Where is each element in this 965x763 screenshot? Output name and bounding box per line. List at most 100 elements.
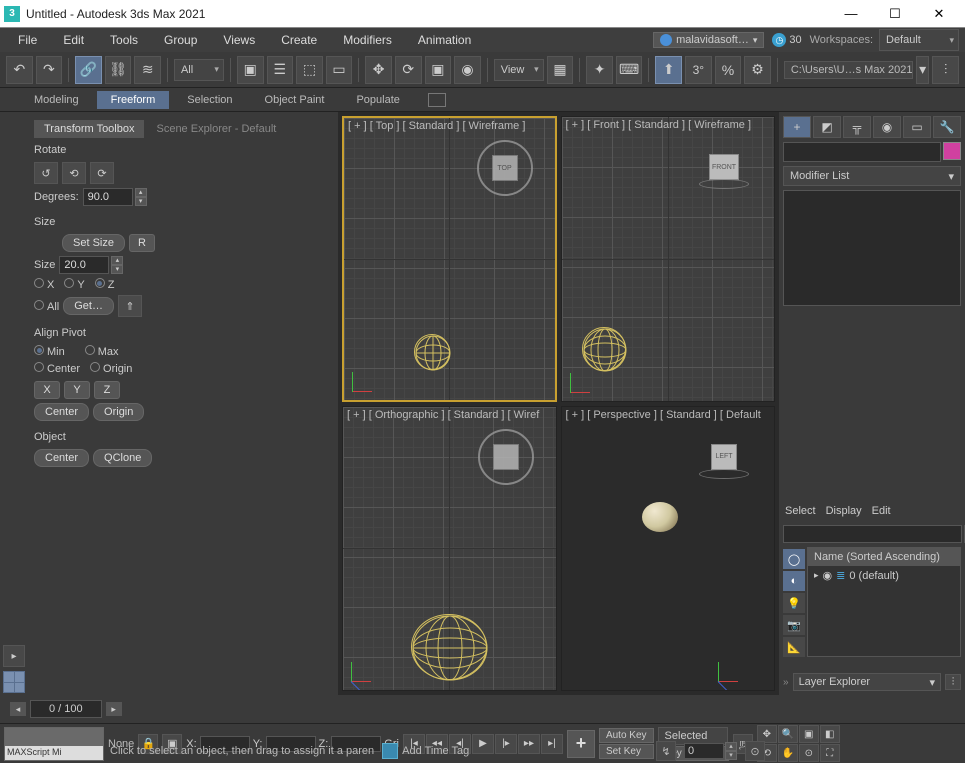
rotate-button[interactable]: ⟳ [395, 56, 422, 84]
expand-rail-button[interactable]: ▸ [3, 645, 25, 667]
object-qclone-button[interactable]: QClone [93, 449, 152, 467]
viewport-front[interactable]: [ + ] [ Front ] [ Standard ] [ Wireframe… [561, 116, 776, 402]
cube-face-left[interactable]: LEFT [711, 444, 737, 470]
align-y-button[interactable]: Y [64, 381, 90, 399]
ref-coord-dropdown[interactable]: View [494, 59, 544, 81]
cube-face-top[interactable]: TOP [492, 155, 518, 181]
viewcube-front[interactable]: FRONT [694, 137, 754, 197]
close-button[interactable]: ✕ [917, 0, 961, 28]
frame-counter[interactable]: 0 / 100 [30, 700, 102, 718]
snap-toggle[interactable]: ⬆ [655, 56, 682, 84]
modifier-list-dropdown[interactable]: Modifier List [783, 166, 961, 186]
menu-file[interactable]: File [6, 30, 49, 50]
selection-filter[interactable]: All [174, 59, 224, 81]
align-origin-button[interactable]: Origin [93, 403, 144, 421]
add-time-tag[interactable]: Add Time Tag [402, 745, 469, 757]
cube-face-front[interactable]: FRONT [709, 154, 739, 180]
sel-invert-icon[interactable]: ◐ [783, 571, 805, 591]
set-size-button[interactable]: Set Size [62, 234, 125, 252]
menu-group[interactable]: Group [152, 30, 209, 50]
ribbon-freeform[interactable]: Freeform [97, 91, 170, 109]
sphere-front[interactable] [582, 327, 626, 371]
reset-size-button[interactable]: R [129, 234, 155, 252]
credits-badge[interactable]: ◷ 30 [772, 33, 801, 47]
manipulate-button[interactable]: ✦ [586, 56, 613, 84]
scene-select-tab[interactable]: Select [785, 505, 816, 517]
get-size-button[interactable]: Get… [63, 297, 114, 315]
vp-persp-label[interactable]: [ + ] [ Perspective ] [ Standard ] [ Def… [566, 409, 761, 421]
frame-next[interactable]: ▸ [106, 702, 122, 716]
sphere-shaded[interactable] [642, 502, 678, 532]
viewcube-persp[interactable]: LEFT [694, 427, 754, 487]
object-name-input[interactable] [783, 142, 941, 162]
viewcube-ortho[interactable] [476, 427, 536, 487]
align-center-button[interactable]: Center [34, 403, 89, 421]
rotate-ccw-button[interactable]: ↺ [34, 162, 58, 184]
key-tangent-button[interactable]: ↯ [656, 741, 676, 761]
sel-all-icon[interactable]: ◯ [783, 549, 805, 569]
viewcube-top[interactable]: TOP [475, 138, 535, 198]
size-spinner[interactable]: ▴▾ [59, 256, 123, 274]
frame-prev[interactable]: ◂ [10, 702, 26, 716]
menu-animation[interactable]: Animation [406, 30, 483, 50]
path-config[interactable]: ⫶ [932, 56, 959, 84]
rotate-right-button[interactable]: ⟳ [90, 162, 114, 184]
sphere-ortho[interactable] [411, 614, 487, 680]
degrees-input[interactable] [83, 188, 133, 206]
size-z-radio[interactable] [95, 278, 105, 288]
object-center-button[interactable]: Center [34, 449, 89, 467]
align-max-radio[interactable] [85, 345, 95, 355]
selection-region-button[interactable]: ⬚ [296, 56, 323, 84]
align-center-radio[interactable] [34, 362, 44, 372]
ribbon-modeling[interactable]: Modeling [20, 91, 93, 109]
light-icon[interactable]: 💡 [783, 593, 805, 613]
tab-scene-explorer[interactable]: Scene Explorer - Default [146, 120, 286, 138]
tab-transform-toolbox[interactable]: Transform Toolbox [34, 120, 144, 138]
helper-icon[interactable]: 📐 [783, 637, 805, 657]
spin-down[interactable]: ▾ [135, 197, 147, 206]
vp-top-label[interactable]: [ + ] [ Top ] [ Standard ] [ Wireframe ] [348, 120, 525, 132]
align-x-button[interactable]: X [34, 381, 60, 399]
minimize-button[interactable]: — [829, 0, 873, 28]
align-min-radio[interactable] [34, 345, 44, 355]
keyboard-shortcut-button[interactable]: ⌨ [616, 56, 643, 84]
link-button[interactable]: 🔗 [75, 56, 102, 84]
hierarchy-tab[interactable]: ╦ [843, 116, 871, 138]
utilities-tab[interactable]: 🔧 [933, 116, 961, 138]
vp-front-label[interactable]: [ + ] [ Front ] [ Standard ] [ Wireframe… [566, 119, 752, 131]
time-tag-icon[interactable] [382, 743, 398, 759]
modify-tab[interactable]: ◩ [813, 116, 841, 138]
menu-create[interactable]: Create [269, 30, 329, 50]
angle-snap-toggle[interactable]: 3° [685, 56, 712, 84]
layer-explorer-dropdown[interactable]: Layer Explorer [793, 673, 941, 691]
ribbon-object-paint[interactable]: Object Paint [251, 91, 339, 109]
layer-chevrons-icon[interactable]: » [783, 677, 789, 688]
menu-modifiers[interactable]: Modifiers [331, 30, 404, 50]
unlink-button[interactable]: ⛓ [105, 56, 132, 84]
bind-spacewarp-button[interactable]: ≋ [134, 56, 161, 84]
size-up-button[interactable]: ⇑ [118, 295, 142, 317]
ribbon-selection[interactable]: Selection [173, 91, 246, 109]
motion-tab[interactable]: ◉ [873, 116, 901, 138]
modifier-stack[interactable] [783, 190, 961, 306]
window-crossing-button[interactable]: ▭ [326, 56, 353, 84]
scene-display-tab[interactable]: Display [826, 505, 862, 517]
current-frame-input[interactable] [684, 743, 724, 759]
spinner-snap-toggle[interactable]: ⚙ [744, 56, 771, 84]
camera-icon[interactable]: 📷 [783, 615, 805, 635]
max-toggle-button[interactable]: ⛶ [820, 744, 840, 762]
select-object-button[interactable]: ▣ [237, 56, 264, 84]
degrees-spinner[interactable]: ▴▾ [83, 188, 147, 206]
rotate-left-button[interactable]: ⟲ [62, 162, 86, 184]
viewport-persp[interactable]: [ + ] [ Perspective ] [ Standard ] [ Def… [561, 406, 776, 692]
project-path[interactable]: C:\Users\U…s Max 2021 [784, 61, 913, 79]
sphere-top[interactable] [414, 334, 450, 370]
layer-menu-icon[interactable]: ⫶ [945, 674, 961, 690]
percent-snap-toggle[interactable]: % [715, 56, 742, 84]
size-all-radio[interactable] [34, 300, 44, 310]
viewport-top[interactable]: [ + ] [ Top ] [ Standard ] [ Wireframe ]… [342, 116, 557, 402]
scene-layer-row[interactable]: ▸ ◉ ≣ 0 (default) [808, 566, 960, 585]
zoom-button[interactable]: 🔍 [778, 725, 798, 743]
ribbon-expand[interactable] [428, 93, 446, 107]
path-dropdown[interactable]: ▾ [916, 56, 929, 84]
